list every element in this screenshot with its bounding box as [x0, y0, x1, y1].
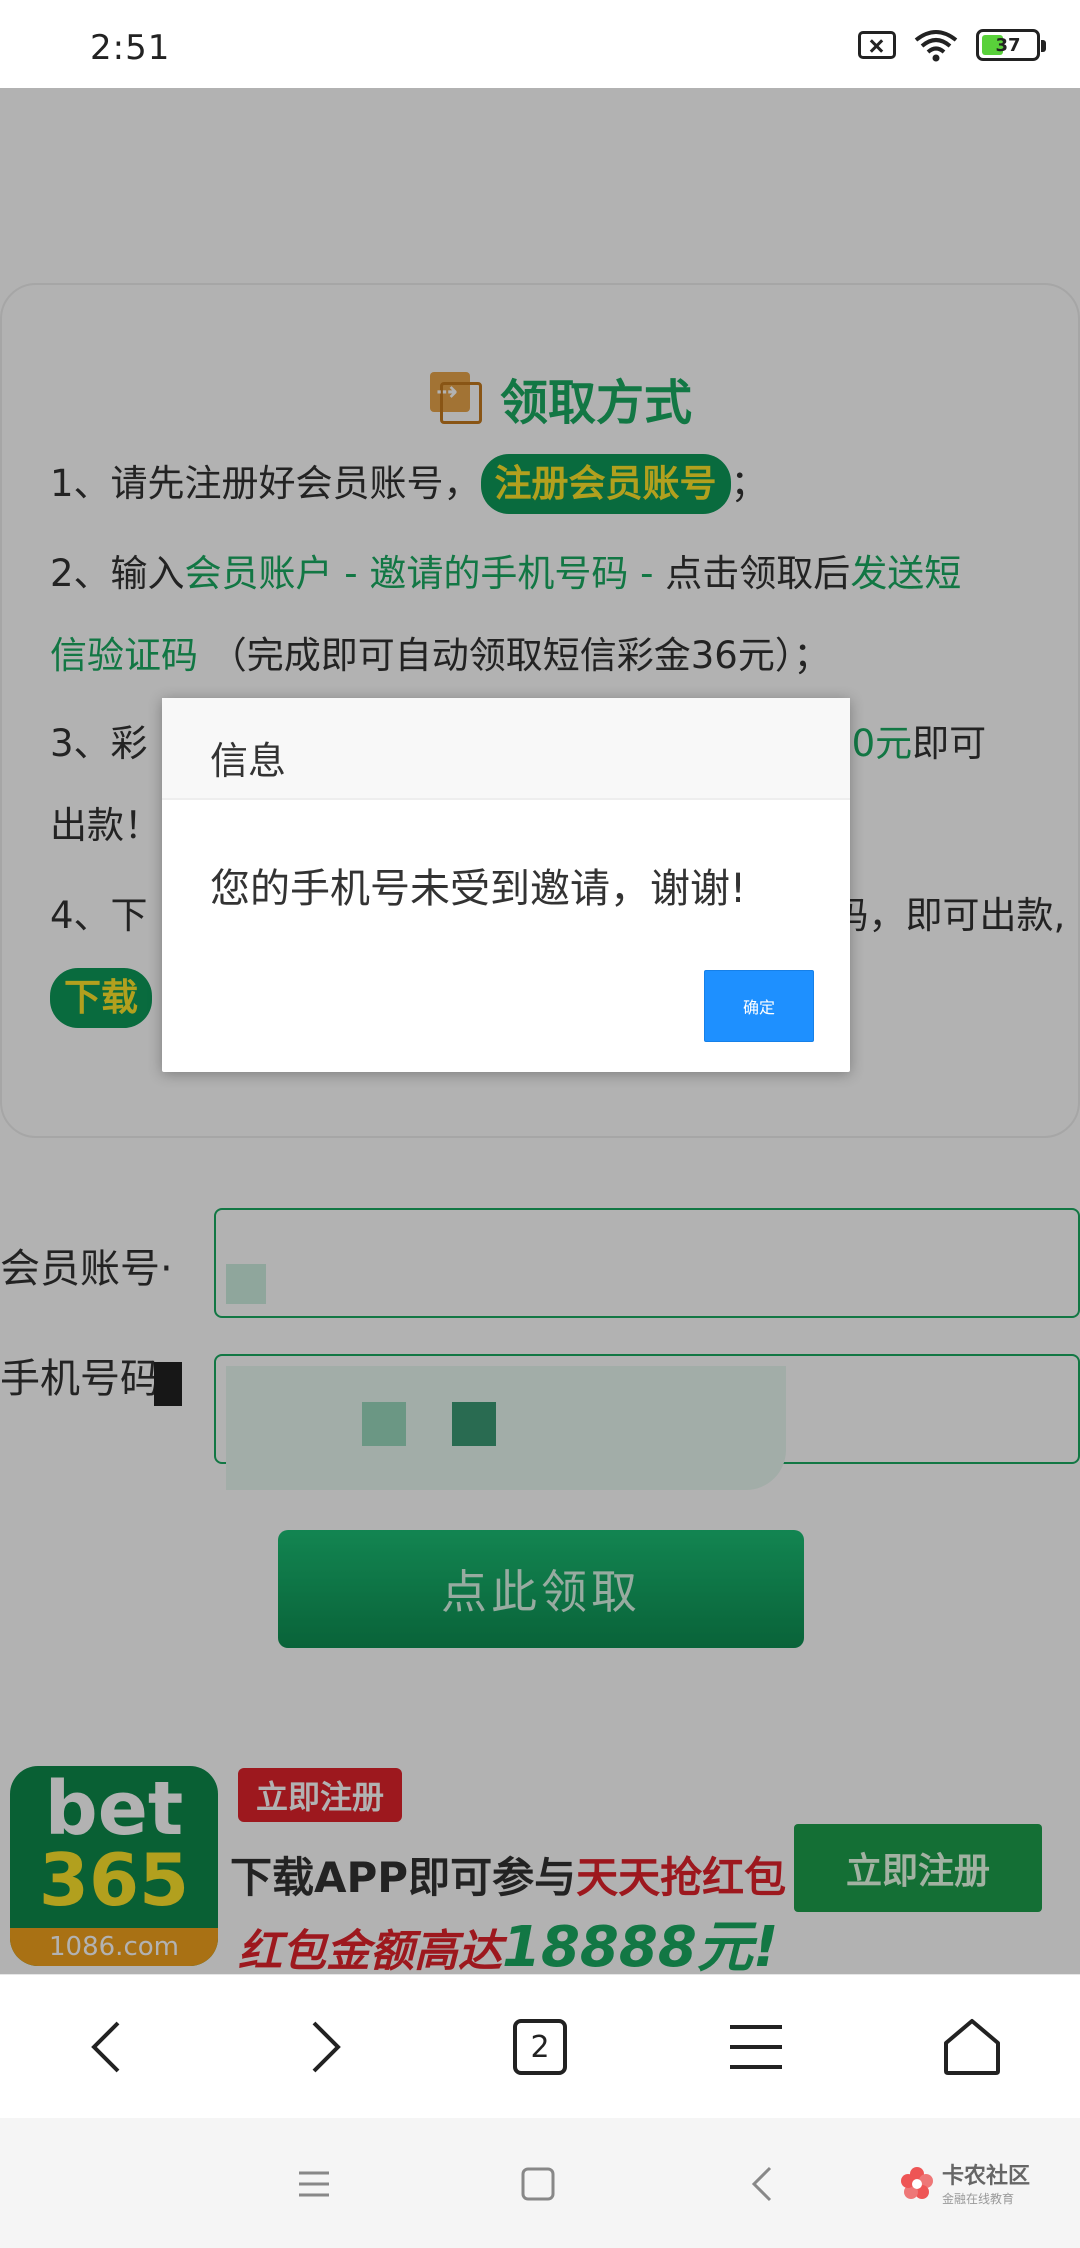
dialog-message: 您的手机号未受到邀请，谢谢! — [210, 866, 747, 912]
status-time: 2:51 — [90, 28, 171, 68]
watermark-name: 卡农社区 — [942, 2164, 1031, 2189]
wifi-icon — [914, 30, 958, 62]
recents-button[interactable] — [284, 2154, 344, 2214]
forward-button[interactable] — [286, 2009, 366, 2085]
flower-logo-icon — [901, 2166, 933, 2199]
dialog-header: 信息 — [162, 698, 850, 800]
menu-icon — [730, 2025, 782, 2069]
info-dialog: 信息 您的手机号未受到邀请，谢谢! 确定 — [162, 698, 850, 1072]
screen: 2:51 37 ⇢ 领取方式 1、请先注册好会员账号， 注册会员账号 ； 2、输… — [0, 0, 1080, 2248]
browser-toolbar: 2 — [0, 1974, 1080, 2118]
chevron-right-icon — [312, 2021, 341, 2073]
tabs-button[interactable]: 2 — [500, 2009, 580, 2085]
tab-count: 2 — [513, 2019, 567, 2075]
watermark-sub: 金融在线教育 — [942, 2192, 1015, 2206]
home-button[interactable] — [932, 2009, 1012, 2085]
no-sim-icon — [858, 31, 896, 59]
back-button[interactable] — [66, 2009, 146, 2085]
square-icon — [521, 2167, 555, 2201]
battery-level: 37 — [995, 34, 1021, 56]
watermark: 卡农社区 金融在线教育 — [900, 2158, 1030, 2207]
dialog-title: 信息 — [210, 739, 287, 783]
menu-button[interactable] — [716, 2009, 796, 2085]
status-bar: 2:51 37 — [0, 0, 1080, 88]
system-home-button[interactable] — [508, 2154, 568, 2214]
status-icons: 37 — [858, 28, 1046, 62]
home-icon — [944, 2019, 1000, 2075]
dialog-confirm-button[interactable]: 确定 — [704, 970, 814, 1042]
battery-icon: 37 — [976, 29, 1046, 61]
recents-icon — [299, 2171, 329, 2197]
system-nav-bar: 卡农社区 金融在线教育 — [0, 2118, 1080, 2248]
chevron-left-icon — [751, 2166, 772, 2202]
system-back-button[interactable] — [732, 2154, 792, 2214]
chevron-left-icon — [91, 2021, 120, 2073]
